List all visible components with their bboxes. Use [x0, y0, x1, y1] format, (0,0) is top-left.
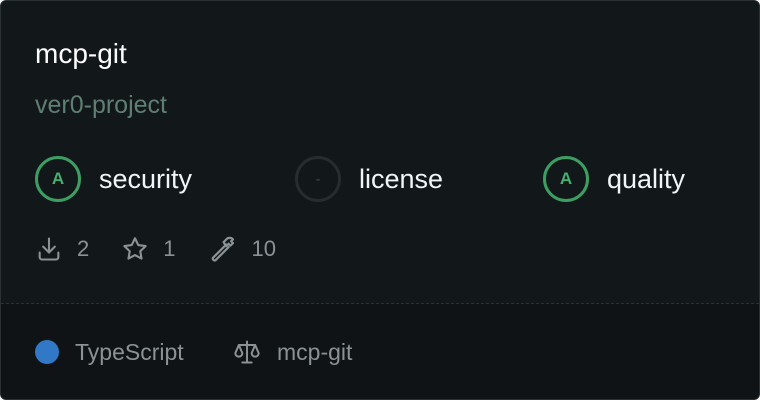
stars-count: 1	[163, 236, 176, 261]
quality-label: quality	[607, 163, 686, 194]
score-license: - license	[295, 156, 443, 202]
downloads-count: 2	[77, 236, 90, 261]
license-grade-badge: -	[295, 156, 341, 202]
tools-stat: 10	[208, 234, 276, 264]
language-color-dot	[35, 340, 59, 364]
language-label: TypeScript	[75, 339, 184, 365]
security-grade-badge: A	[35, 156, 81, 202]
server-card[interactable]: mcp-git ver0-project A security - licens…	[0, 0, 760, 400]
card-title[interactable]: mcp-git	[35, 35, 127, 73]
scale-icon	[233, 338, 261, 371]
downloads-stat: 2	[35, 235, 89, 263]
card-owner[interactable]: ver0-project	[35, 87, 167, 123]
star-icon	[121, 235, 149, 263]
security-label: security	[99, 163, 193, 194]
card-footer: TypeScript mcp-git	[1, 304, 759, 399]
license-name[interactable]: mcp-git	[277, 336, 352, 368]
quality-grade-badge: A	[543, 156, 589, 202]
stats-row: 2 1 10	[35, 233, 308, 265]
stars-stat: 1	[121, 235, 176, 263]
tools-count: 10	[251, 236, 276, 261]
card-header: mcp-git ver0-project A security - licens…	[1, 1, 759, 303]
score-security: A security	[35, 156, 192, 202]
license-label: license	[359, 163, 444, 194]
hammer-icon	[208, 234, 238, 264]
score-quality: A quality	[543, 156, 685, 202]
download-icon	[35, 235, 63, 263]
